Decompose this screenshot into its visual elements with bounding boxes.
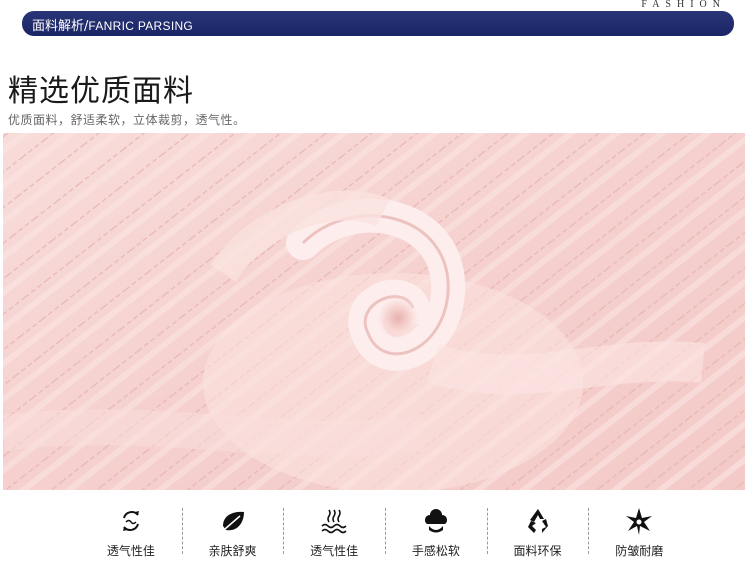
feature-label: 防皱耐磨 (615, 544, 664, 558)
page-title: 精选优质面料 (8, 74, 194, 109)
feature-label: 手感松软 (411, 544, 460, 558)
feature-soft-touch: 手感松软 (385, 498, 487, 564)
banner-title-en: FANRIC PARSING (88, 19, 194, 33)
feature-label: 透气性佳 (106, 544, 155, 558)
fabric-photo-image (3, 133, 745, 490)
steam-waves-icon (321, 509, 347, 534)
airflow-icon (122, 511, 139, 531)
recycle-icon (527, 509, 548, 533)
feature-list: 透气性佳 亲肤舒爽 透气性佳 手感松软 面料环保 防皱耐磨 (80, 498, 690, 564)
fashion-tag: FASHION (639, 0, 728, 10)
banner-title: 面料解析/FANRIC PARSING (32, 15, 193, 34)
banner-title-cn: 面料解析/ (32, 19, 89, 34)
feature-breathable-2: 透气性佳 (283, 498, 385, 564)
feature-breathable: 透气性佳 (80, 498, 182, 564)
feature-label: 面料环保 (513, 544, 562, 558)
fabric-photo (3, 133, 745, 490)
leaf-icon (222, 511, 244, 531)
cloud-hand-icon (424, 509, 447, 533)
feature-anti-wrinkle: 防皱耐磨 (588, 498, 690, 564)
star-burst-icon (626, 508, 653, 535)
feature-label: 亲肤舒爽 (208, 544, 257, 558)
feature-skin-friendly: 亲肤舒爽 (181, 498, 284, 564)
feature-eco: 面料环保 (486, 498, 589, 564)
section-banner: 面料解析/FANRIC PARSING (22, 11, 734, 36)
page-subtitle: 优质面料，舒适柔软，立体裁剪，透气性。 (8, 113, 246, 127)
feature-label: 透气性佳 (310, 544, 359, 558)
